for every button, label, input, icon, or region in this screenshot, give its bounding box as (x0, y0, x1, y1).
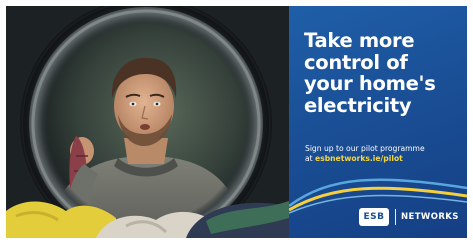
photo-panel (6, 6, 289, 238)
pilot-url-link[interactable]: esbnetworks.ie/pilot (315, 154, 403, 163)
headline-line-2: control of (304, 50, 408, 74)
headline-line-4: electricity (304, 93, 412, 117)
cta-url-line: at esbnetworks.ie/pilot (305, 154, 465, 164)
headline-line-1: Take more (304, 29, 415, 52)
cta-line: Sign up to our pilot programme (305, 144, 425, 153)
esb-networks-logo: ESB NETWORKS (359, 207, 459, 227)
promo-text-panel: Take more control of your home's electri… (289, 6, 467, 238)
cta-url-prefix: at (305, 154, 316, 163)
esb-logo-mark: ESB (359, 208, 389, 226)
logo-divider (395, 209, 396, 225)
logo-wordmark: NETWORKS (401, 212, 459, 222)
signup-call-to-action: Sign up to our pilot programme at esbnet… (305, 144, 465, 164)
headline-line-3: your home's (304, 72, 436, 95)
headline: Take more control of your home's electri… (304, 30, 464, 116)
advertisement-banner: Take more control of your home's electri… (6, 6, 467, 238)
man-in-washing-machine-photo (6, 6, 289, 238)
